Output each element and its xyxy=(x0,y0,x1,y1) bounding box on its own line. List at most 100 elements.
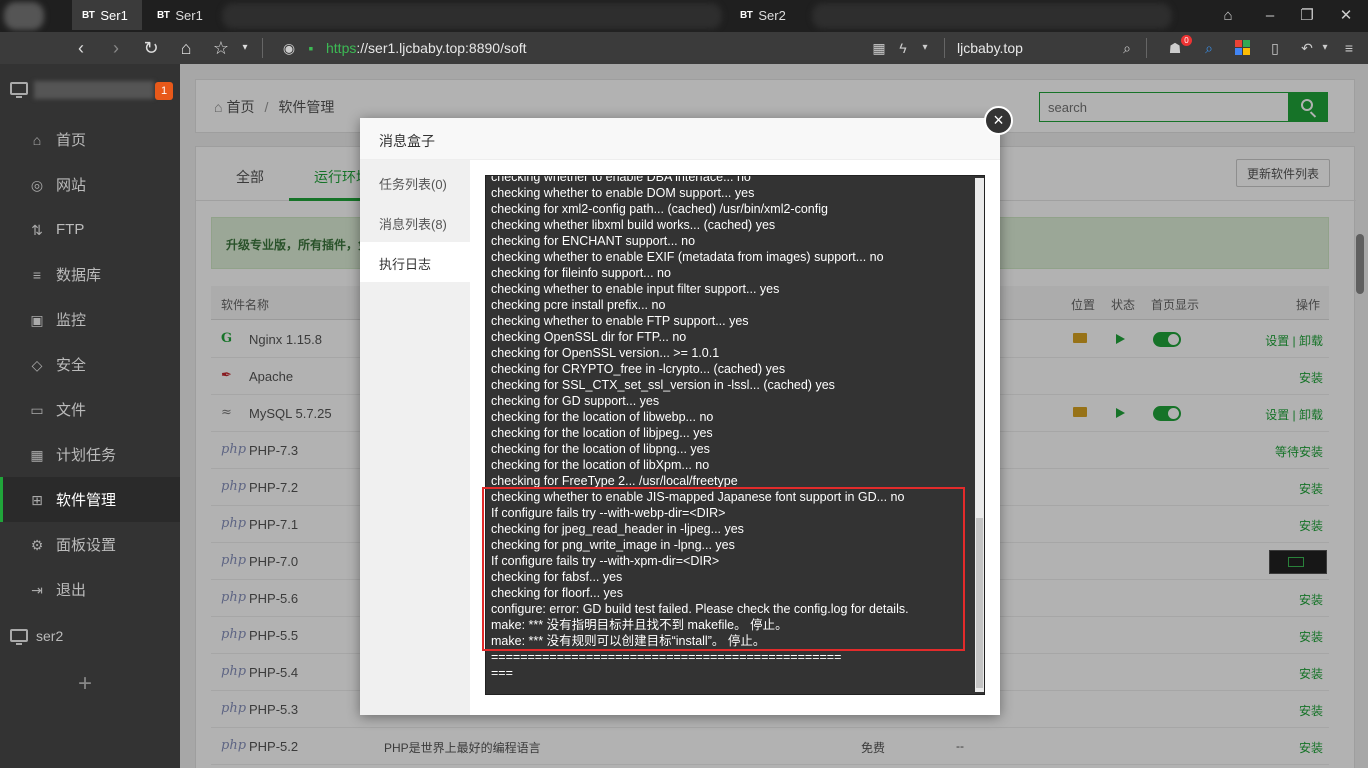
log-line: checking whether to enable EXIF (metadat… xyxy=(491,250,884,264)
log-line: checking whether to enable DBA interface… xyxy=(491,175,751,184)
apps-grid-icon[interactable] xyxy=(1234,39,1252,57)
menu-icon[interactable]: ≡ xyxy=(1340,39,1358,57)
log-line: checking for the location of libpng... y… xyxy=(491,442,710,456)
log-line: checking for SSL_CTX_set_ssl_version in … xyxy=(491,378,835,392)
search-icon[interactable]: ⌕ xyxy=(1118,39,1136,57)
menu-execution-log[interactable]: 执行日志 xyxy=(360,242,470,282)
browser-tab-ser2[interactable]: BT Ser2 xyxy=(730,0,805,30)
log-line: checking for the location of libwebp... … xyxy=(491,410,714,424)
sidebar-item-database[interactable]: ≡ 数据库 xyxy=(0,252,180,297)
sidebar-item-label: 退出 xyxy=(56,582,87,599)
lightning-icon[interactable]: ϟ xyxy=(894,39,912,57)
log-line: checking for fileinfo support... no xyxy=(491,266,671,280)
sidebar-item-monitor[interactable]: ▣ 监控 xyxy=(0,297,180,342)
tshirt-icon[interactable]: ⌂ xyxy=(1216,5,1240,27)
log-line: === xyxy=(491,666,513,680)
menu-task-list[interactable]: 任务列表(0) xyxy=(360,162,470,202)
sidebar-item-logout[interactable]: ⇥ 退出 xyxy=(0,567,180,612)
menu-message-list[interactable]: 消息列表(8) xyxy=(360,202,470,242)
globe-icon: ◎ xyxy=(30,176,44,193)
server-icon xyxy=(10,629,28,645)
sidebar-item-files[interactable]: ▭ 文件 xyxy=(0,387,180,432)
reload-button[interactable]: ↻ xyxy=(138,36,164,60)
chevron-down-icon[interactable]: ▾ xyxy=(1316,39,1334,57)
add-server-button[interactable]: + xyxy=(78,670,92,698)
modal-title: 消息盒子 xyxy=(360,118,1000,160)
address-bar: ‹ › ↻ ⌂ ☆ ▾ ◉ ▪ https://ser1.ljcbaby.top… xyxy=(0,32,1368,64)
calendar-icon: ▦ xyxy=(30,446,44,463)
database-icon: ≡ xyxy=(32,266,42,283)
lock-icon: ▪ xyxy=(308,40,314,56)
log-line: ========================================… xyxy=(491,650,842,664)
console-scrollbar[interactable] xyxy=(975,178,984,692)
close-window-button[interactable]: ✕ xyxy=(1334,5,1358,27)
log-line: checking for ENCHANT support... no xyxy=(491,234,696,248)
back-button[interactable]: ‹ xyxy=(68,36,94,60)
home-icon: ⌂ xyxy=(32,131,42,148)
tab-title: Ser1 xyxy=(175,7,203,23)
profile-avatar[interactable] xyxy=(4,2,44,30)
home-button[interactable]: ⌂ xyxy=(173,36,199,60)
search-engine-field[interactable]: ljcbaby.top xyxy=(957,40,1023,56)
scrollbar-thumb[interactable] xyxy=(976,518,983,688)
logout-icon: ⇥ xyxy=(31,581,43,598)
log-line: checking whether libxml build works... (… xyxy=(491,218,776,232)
divider xyxy=(262,38,263,58)
sidebar-item-label: 面板设置 xyxy=(56,537,117,554)
minimize-button[interactable]: – xyxy=(1258,5,1282,27)
log-line: checking for CRYPTO_free in -lcrypto... … xyxy=(491,362,786,376)
bookmark-star-button[interactable]: ☆ xyxy=(208,36,234,60)
sidebar-item-label: FTP xyxy=(56,221,85,238)
extension-badge: 0 xyxy=(1181,35,1192,46)
sidebar-item-home[interactable]: ⌂ 首页 xyxy=(0,117,180,162)
log-line: checking for the location of libjpeg... … xyxy=(491,426,713,440)
close-icon[interactable]: × xyxy=(984,106,1013,135)
sidebar-item-settings[interactable]: ⚙ 面板设置 xyxy=(0,522,180,567)
url-field[interactable]: https://ser1.ljcbaby.top:8890/soft xyxy=(326,40,527,56)
bt-favicon-icon: BT xyxy=(82,9,95,21)
reader-icon[interactable]: ▯ xyxy=(1266,39,1284,57)
sidebar-item-ftp[interactable]: ⇅ FTP xyxy=(0,207,180,252)
bt-favicon-icon: BT xyxy=(740,9,753,21)
qr-code-icon[interactable]: ▦ xyxy=(870,39,888,57)
chevron-down-icon[interactable]: ▾ xyxy=(916,39,934,57)
notification-badge: 1 xyxy=(155,82,173,100)
log-line: checking pcre install prefix... no xyxy=(491,298,666,312)
divider xyxy=(1146,38,1147,58)
browser-tab-bar: BT Ser1 BT Ser1 BT Ser2 ⌂ – ❐ ✕ xyxy=(0,0,1368,32)
message-box-modal: 消息盒子 任务列表(0) 消息列表(8) 执行日志 checking wheth… xyxy=(360,118,1000,715)
sidebar-item-security[interactable]: ◇ 安全 xyxy=(0,342,180,387)
error-highlight-box xyxy=(482,487,965,651)
folder-icon: ▭ xyxy=(30,401,44,418)
sidebar-item-cron[interactable]: ▦ 计划任务 xyxy=(0,432,180,477)
sidebar-item-website[interactable]: ◎ 网站 xyxy=(0,162,180,207)
ftp-icon: ⇅ xyxy=(31,221,43,238)
browser-tab-ser1[interactable]: BT Ser1 xyxy=(147,0,217,30)
blurred-tabs xyxy=(222,3,722,29)
undo-icon[interactable]: ↶ xyxy=(1298,39,1316,57)
sidebar-item-software[interactable]: ⊞ 软件管理 xyxy=(0,477,180,522)
server-switcher[interactable] xyxy=(0,78,180,102)
server-name-blurred xyxy=(34,81,154,99)
log-line: checking whether to enable DOM support..… xyxy=(491,186,755,200)
divider xyxy=(944,38,945,58)
monitor-icon: ▣ xyxy=(30,311,44,328)
log-line: checking OpenSSL dir for FTP... no xyxy=(491,330,687,344)
settings-icon: ⚙ xyxy=(30,536,44,553)
sidebar-item-label: 数据库 xyxy=(56,267,102,284)
security-icon[interactable]: ◉ xyxy=(280,39,298,57)
tab-title: Ser2 xyxy=(758,7,786,23)
search-extension-icon[interactable]: ⌕ xyxy=(1200,39,1218,57)
blurred-tabs xyxy=(812,3,1172,29)
log-line: checking for the location of libXpm... n… xyxy=(491,458,710,472)
bt-favicon-icon: BT xyxy=(157,9,170,21)
log-line: checking whether to enable input filter … xyxy=(491,282,780,296)
forward-button[interactable]: › xyxy=(103,36,129,60)
chevron-down-icon[interactable]: ▾ xyxy=(232,36,258,60)
restore-button[interactable]: ❐ xyxy=(1295,5,1319,27)
server-ser2[interactable]: ser2 xyxy=(0,613,180,658)
log-line: checking whether to enable FTP support..… xyxy=(491,314,749,328)
sidebar-item-label: 监控 xyxy=(56,312,87,329)
browser-tab-ser1-active[interactable]: BT Ser1 xyxy=(72,0,142,30)
sidebar-item-label: 计划任务 xyxy=(56,447,117,464)
